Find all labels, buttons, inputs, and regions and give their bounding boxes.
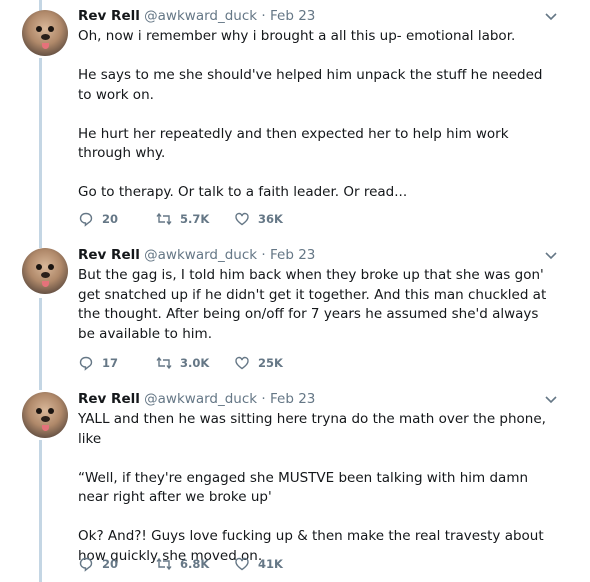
retweet-button[interactable]: 3.0K bbox=[156, 355, 209, 371]
retweet-count: 6.8K bbox=[180, 557, 210, 571]
like-icon bbox=[235, 212, 249, 226]
like-button[interactable]: 36K bbox=[234, 211, 283, 227]
reply-button[interactable]: 20 bbox=[78, 556, 118, 572]
retweet-icon bbox=[156, 356, 172, 370]
tweet-header: Rev Rell @awkward_duck · Feb 23 bbox=[78, 247, 316, 263]
display-name[interactable]: Rev Rell bbox=[78, 8, 140, 24]
reply-button[interactable]: 17 bbox=[78, 355, 118, 371]
timestamp[interactable]: Feb 23 bbox=[270, 391, 315, 407]
handle[interactable]: @awkward_duck bbox=[144, 391, 257, 407]
reply-icon bbox=[79, 212, 93, 227]
avatar[interactable] bbox=[22, 10, 68, 56]
tweet[interactable]: Rev Rell @awkward_duck · Feb 23 YALL and… bbox=[0, 385, 590, 582]
timestamp[interactable]: Feb 23 bbox=[270, 8, 315, 24]
retweet-button[interactable]: 6.8K bbox=[156, 556, 209, 572]
reply-count: 20 bbox=[102, 557, 119, 571]
tweet-header: Rev Rell @awkward_duck · Feb 23 bbox=[78, 8, 316, 24]
like-count: 41K bbox=[258, 557, 283, 571]
reply-count: 17 bbox=[102, 356, 119, 370]
tweet[interactable]: Rev Rell @awkward_duck · Feb 23 But the … bbox=[0, 240, 590, 385]
chevron-down-icon[interactable] bbox=[544, 251, 558, 261]
timestamp[interactable]: Feb 23 bbox=[270, 247, 315, 263]
retweet-button[interactable]: 5.7K bbox=[156, 211, 209, 227]
like-count: 36K bbox=[258, 212, 283, 226]
like-icon bbox=[235, 557, 249, 571]
retweet-count: 5.7K bbox=[180, 212, 210, 226]
tweet[interactable]: Rev Rell @awkward_duck · Feb 23 Oh, now … bbox=[0, 0, 590, 240]
tweet-text: YALL and then he was sitting here tryna … bbox=[78, 411, 546, 564]
tweet-text: Oh, now i remember why i brought a all t… bbox=[78, 28, 543, 200]
avatar[interactable] bbox=[22, 392, 68, 438]
like-count: 25K bbox=[258, 356, 283, 370]
like-icon bbox=[235, 356, 249, 370]
handle[interactable]: @awkward_duck bbox=[144, 247, 257, 263]
tweet-header: Rev Rell @awkward_duck · Feb 23 bbox=[78, 391, 316, 407]
display-name[interactable]: Rev Rell bbox=[78, 391, 140, 407]
retweet-count: 3.0K bbox=[180, 356, 210, 370]
like-button[interactable]: 25K bbox=[234, 355, 283, 371]
reply-icon bbox=[79, 557, 93, 572]
handle[interactable]: @awkward_duck bbox=[144, 8, 257, 24]
reply-count: 20 bbox=[102, 212, 119, 226]
like-button[interactable]: 41K bbox=[234, 556, 283, 572]
chevron-down-icon[interactable] bbox=[544, 395, 558, 405]
avatar[interactable] bbox=[22, 248, 68, 294]
chevron-down-icon[interactable] bbox=[544, 12, 558, 22]
reply-button[interactable]: 20 bbox=[78, 211, 118, 227]
retweet-icon bbox=[156, 557, 172, 571]
retweet-icon bbox=[156, 212, 172, 226]
reply-icon bbox=[79, 356, 93, 371]
tweet-text: But the gag is, I told him back when the… bbox=[78, 267, 551, 342]
display-name[interactable]: Rev Rell bbox=[78, 247, 140, 263]
